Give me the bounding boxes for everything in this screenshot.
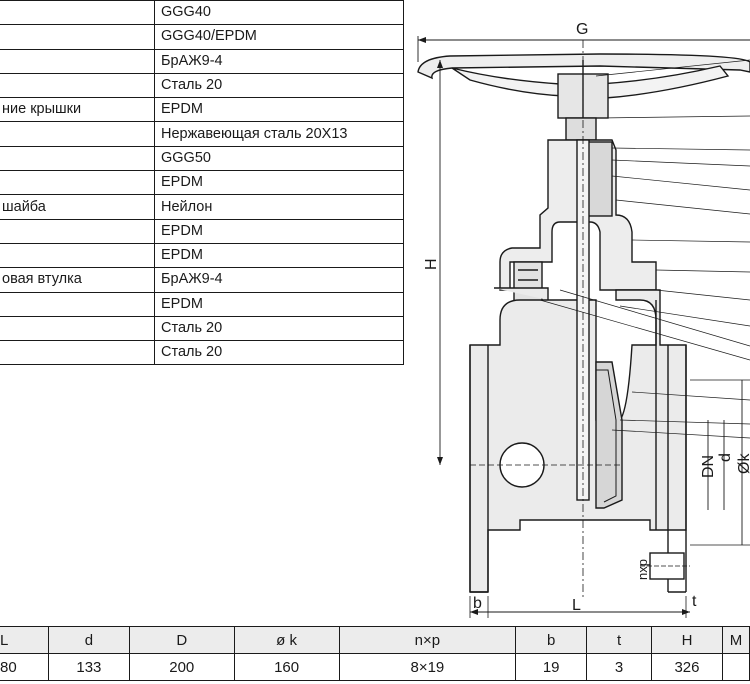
material-row: GGG40/EPDM — [0, 24, 404, 50]
part-material: GGG50 — [154, 146, 404, 172]
label-d: d — [717, 453, 734, 462]
gate-valve-drawing: G H DN d Øk nxp b L t — [417, 21, 750, 618]
header-M: M — [721, 626, 750, 654]
part-material: EPDM — [154, 292, 404, 317]
material-row: Сталь 20 — [0, 340, 404, 366]
part-name — [0, 121, 155, 147]
label-L: L — [572, 597, 581, 614]
dimensions-header-row: L d D ø k n×p b t H M — [0, 626, 750, 654]
material-row: Сталь 20 — [0, 316, 404, 342]
header-t: t — [586, 626, 653, 654]
label-k: Øk — [736, 453, 750, 474]
part-material: Сталь 20 — [154, 316, 404, 342]
part-name — [0, 219, 155, 244]
spindle-nut — [565, 117, 597, 141]
materials-table: GGG40 GGG40/EPDM БрАЖ9-4 Сталь 20 ние крышки… — [0, 0, 404, 366]
value-d: 133 — [47, 653, 130, 681]
dimensions-value-row: 80 133 200 160 8×19 19 3 326 — [0, 653, 750, 681]
header-b: b — [515, 626, 588, 654]
part-name — [0, 146, 155, 172]
part-name: ние крышки — [0, 97, 155, 123]
material-row: GGG40 — [0, 0, 404, 26]
material-row: овая втулка БрАЖ9-4 — [0, 267, 404, 293]
material-row: EPDM — [0, 292, 404, 317]
material-row: Нержавеющая сталь 20Х13 — [0, 121, 404, 147]
part-material: GGG40 — [154, 0, 404, 26]
part-name: овая втулка — [0, 267, 155, 293]
header-H: H — [651, 626, 723, 654]
part-name — [0, 243, 155, 269]
header-k: ø k — [233, 626, 340, 654]
header-nxp: n×p — [338, 626, 517, 654]
handwheel-spoke-left — [451, 67, 567, 97]
part-material: Нейлон — [154, 194, 404, 220]
label-G: G — [576, 21, 588, 38]
wedge — [595, 361, 623, 509]
value-nxp: 8×19 — [338, 653, 517, 681]
value-D: 200 — [128, 653, 235, 681]
header-L: L — [0, 626, 49, 654]
material-row: БрАЖ9-4 — [0, 49, 404, 74]
material-row: EPDM — [0, 170, 404, 196]
dimensions-table: L d D ø k n×p b t H M 80 133 200 160 8×1… — [0, 626, 750, 681]
part-name — [0, 292, 155, 317]
part-material: EPDM — [154, 243, 404, 269]
material-row: GGG50 — [0, 146, 404, 172]
handwheel-spoke-right — [599, 65, 730, 99]
part-name — [0, 0, 155, 26]
part-name — [0, 170, 155, 196]
header-D: D — [128, 626, 235, 654]
label-t: t — [692, 593, 697, 610]
part-material: Сталь 20 — [154, 340, 404, 366]
value-M — [721, 653, 750, 681]
part-material: GGG40/EPDM — [154, 24, 404, 50]
part-name — [0, 340, 155, 366]
part-name — [0, 73, 155, 99]
material-row: ние крышки EPDM — [0, 97, 404, 123]
part-material: EPDM — [154, 97, 404, 123]
part-name — [0, 49, 155, 74]
part-material: БрАЖ9-4 — [154, 267, 404, 293]
value-b: 19 — [515, 653, 588, 681]
material-row: шайба Нейлон — [0, 194, 404, 220]
material-row: EPDM — [0, 243, 404, 269]
label-nxp: nxp — [635, 559, 650, 580]
part-material: Нержавеющая сталь 20Х13 — [154, 121, 404, 147]
value-t: 3 — [586, 653, 653, 681]
part-name: шайба — [0, 194, 155, 220]
label-b: b — [473, 595, 482, 612]
label-DN: DN — [700, 455, 717, 478]
header-d: d — [47, 626, 130, 654]
part-material: Сталь 20 — [154, 73, 404, 99]
value-k: 160 — [233, 653, 340, 681]
value-H: 326 — [651, 653, 723, 681]
part-name — [0, 24, 155, 50]
part-material: БрАЖ9-4 — [154, 49, 404, 74]
part-name — [0, 316, 155, 342]
label-H: H — [423, 258, 440, 270]
value-L: 80 — [0, 653, 49, 681]
material-row: EPDM — [0, 219, 404, 244]
part-material: EPDM — [154, 170, 404, 196]
gland — [587, 141, 613, 217]
material-row: Сталь 20 — [0, 73, 404, 99]
part-material: EPDM — [154, 219, 404, 244]
